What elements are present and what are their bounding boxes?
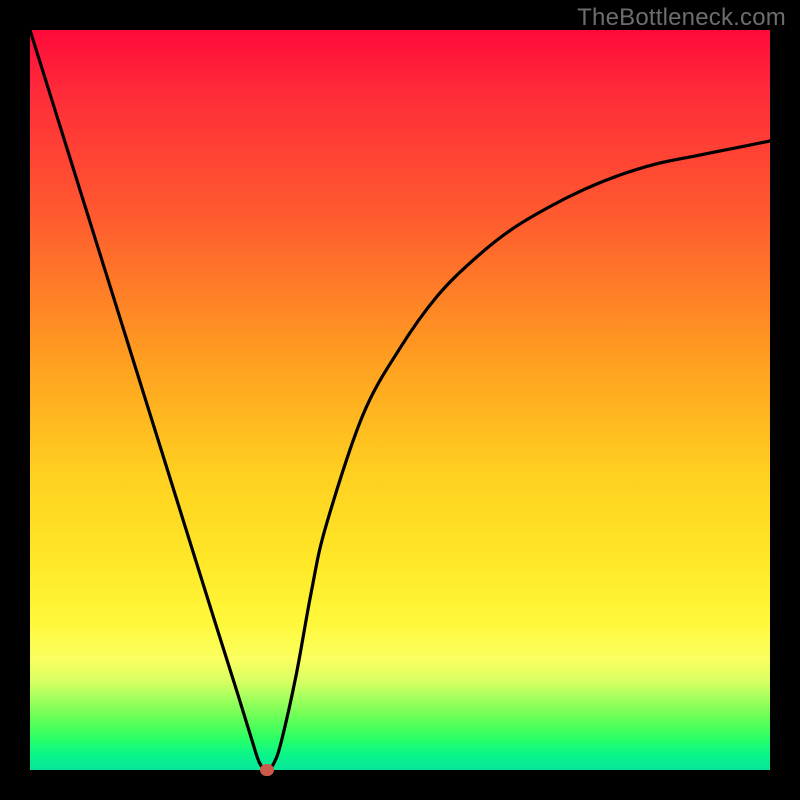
bottleneck-curve bbox=[30, 30, 770, 770]
curve-svg bbox=[30, 30, 770, 770]
minimum-marker bbox=[260, 764, 274, 776]
watermark-text: TheBottleneck.com bbox=[577, 4, 786, 32]
plot-area bbox=[30, 30, 770, 770]
chart-frame: TheBottleneck.com bbox=[0, 0, 800, 800]
